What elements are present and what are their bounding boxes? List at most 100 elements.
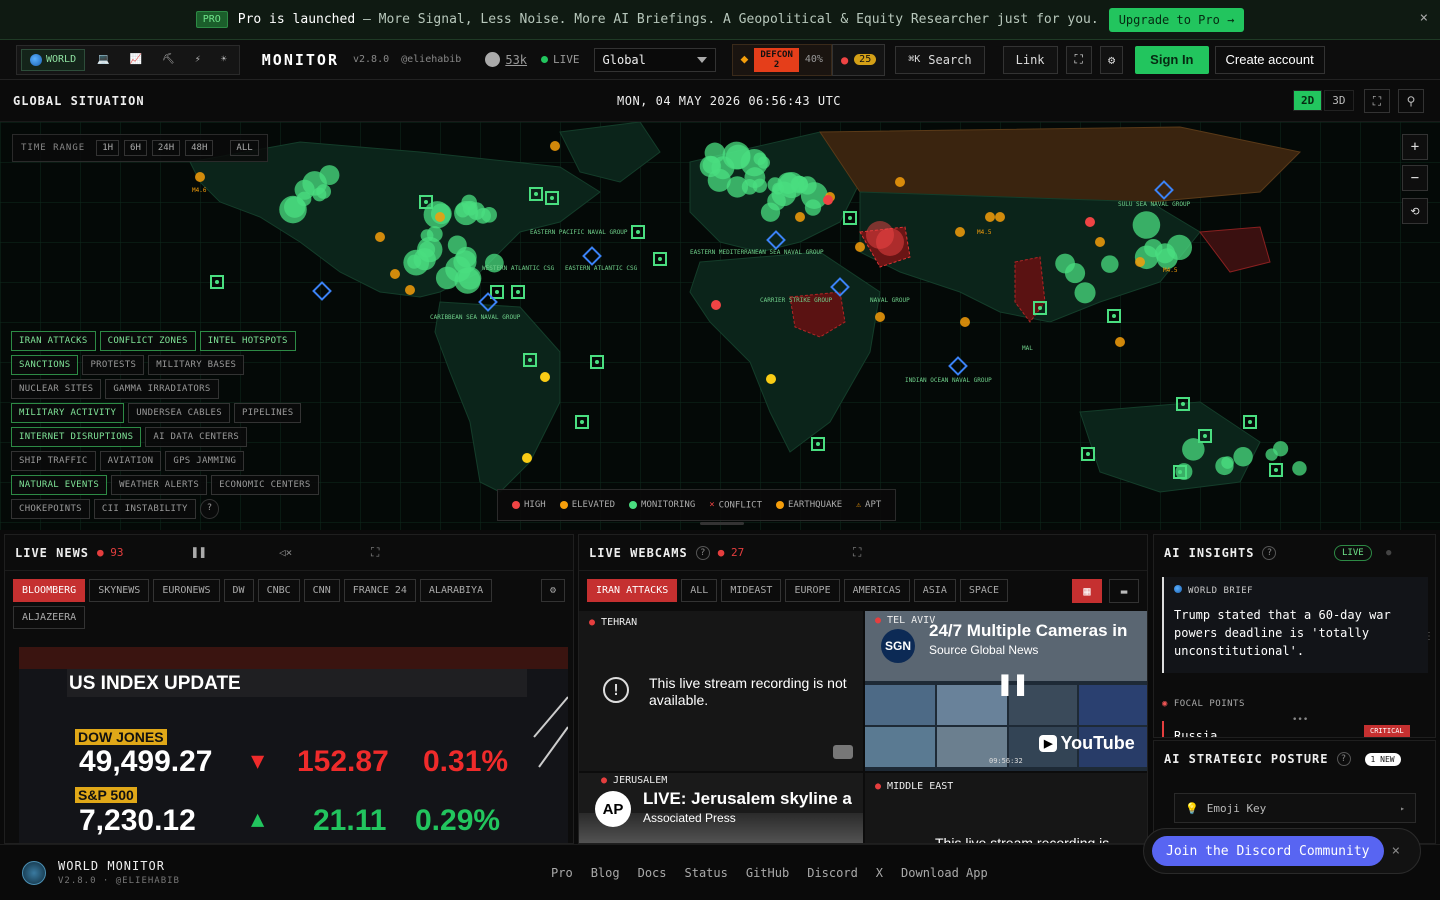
layer-toggle-natural-events[interactable]: NATURAL EVENTS	[11, 475, 108, 495]
layer-toggle-ai-data-centers[interactable]: AI DATA CENTERS	[145, 427, 248, 447]
layer-toggle-internet-disruptions[interactable]: INTERNET DISRUPTIONS	[11, 427, 142, 447]
elevated-event[interactable]	[375, 232, 385, 242]
monitoring-hotspot[interactable]	[1074, 282, 1096, 304]
mode-3d-button[interactable]: 3D	[1324, 90, 1354, 111]
footer-link-pro[interactable]: Pro	[551, 866, 573, 880]
alerts-button[interactable]: ● 25	[831, 43, 886, 76]
news-tab-cnn[interactable]: CNN	[303, 579, 340, 602]
news-tab-skynews[interactable]: SKYNEWS	[89, 579, 150, 602]
footer-link-github[interactable]: GitHub	[746, 866, 789, 880]
variant-tab-finance[interactable]: 📈	[122, 49, 150, 71]
cyber-marker-dot[interactable]	[1112, 314, 1116, 318]
map-pin-button[interactable]: ⚲	[1398, 89, 1424, 113]
cyber-marker-dot[interactable]	[550, 196, 554, 200]
cyber-marker-dot[interactable]	[1181, 402, 1185, 406]
time-range-48h[interactable]: 48H	[185, 140, 214, 156]
region-select[interactable]: Global	[593, 47, 716, 72]
webcam-middle-east[interactable]: ● MIDDLE EAST This live stream recording…	[865, 773, 1147, 843]
layer-toggle-ship-traffic[interactable]: SHIP TRAFFIC	[11, 451, 96, 471]
layer-toggle-gamma-irradiators[interactable]: GAMMA IRRADIATORS	[105, 379, 219, 399]
drag-handle-icon[interactable]: ⋮	[1424, 631, 1434, 642]
world-map[interactable]: EASTERN PACIFIC NAVAL GROUP WESTERN ATLAN…	[0, 122, 1440, 530]
high-event[interactable]	[823, 195, 833, 205]
layer-toggle-intel-hotspots[interactable]: INTEL HOTSPOTS	[199, 331, 296, 351]
monitoring-hotspot[interactable]	[760, 202, 781, 222]
monitoring-hotspot[interactable]	[403, 249, 430, 276]
monitoring-hotspot[interactable]	[1292, 461, 1307, 476]
footer-link-download-app[interactable]: Download App	[901, 866, 988, 880]
layer-toggle-undersea-cables[interactable]: UNDERSEA CABLES	[128, 403, 230, 423]
elevated-event[interactable]	[435, 212, 445, 222]
elevated-event[interactable]	[1095, 237, 1105, 247]
sign-in-button[interactable]: Sign In	[1135, 45, 1209, 74]
news-tab-france-24[interactable]: FRANCE 24	[343, 579, 416, 602]
zoom-in-button[interactable]: +	[1402, 134, 1428, 160]
layer-toggle-gps-jamming[interactable]: GPS JAMMING	[165, 451, 245, 471]
monitoring-hotspot[interactable]	[1233, 447, 1253, 467]
fullscreen-button[interactable]: ⛶	[1065, 45, 1092, 74]
monitoring-hotspot[interactable]	[1215, 456, 1234, 476]
cyber-marker-dot[interactable]	[215, 280, 219, 284]
high-cluster[interactable]	[866, 221, 894, 249]
news-tab-euronews[interactable]: EURONEWS	[153, 579, 220, 602]
high-event[interactable]	[1085, 217, 1095, 227]
cyber-marker-dot[interactable]	[1274, 468, 1278, 472]
webcam-filter-americas[interactable]: AMERICAS	[843, 579, 910, 602]
layer-toggle-economic-centers[interactable]: ECONOMIC CENTERS	[211, 475, 319, 495]
webcam-filter-mideast[interactable]: MIDEAST	[721, 579, 782, 602]
cyber-marker-dot[interactable]	[595, 360, 599, 364]
gear-icon[interactable]: ⚙	[540, 579, 565, 602]
create-account-button[interactable]: Create account	[1214, 45, 1325, 74]
layer-toggle-weather-alerts[interactable]: WEATHER ALERTS	[111, 475, 208, 495]
news-tab-dw[interactable]: DW	[223, 579, 254, 602]
layer-toggle-military-activity[interactable]: MILITARY ACTIVITY	[11, 403, 125, 423]
news-tab-bloomberg[interactable]: BLOOMBERG	[13, 579, 86, 602]
layer-toggle-cii-instability[interactable]: CII INSTABILITY	[93, 499, 196, 519]
expand-icon[interactable]: ⛶	[853, 545, 861, 560]
monitoring-hotspot[interactable]	[319, 165, 340, 186]
pause-icon[interactable]: ❚❚	[191, 545, 207, 560]
help-icon[interactable]: ?	[1336, 752, 1351, 766]
monitoring-hotspot[interactable]	[1265, 448, 1278, 461]
upgrade-pro-button[interactable]: Upgrade to Pro →	[1108, 7, 1245, 32]
footer-link-status[interactable]: Status	[685, 866, 728, 880]
webcam-filter-iran-attacks[interactable]: IRAN ATTACKS	[587, 579, 678, 602]
cyber-marker-dot[interactable]	[1178, 470, 1182, 474]
layer-toggle-chokepoints[interactable]: CHOKEPOINTS	[11, 499, 90, 519]
monitoring-hotspot[interactable]	[804, 199, 822, 216]
cyber-marker-dot[interactable]	[534, 192, 538, 196]
footer-link-docs[interactable]: Docs	[638, 866, 667, 880]
webcam-jerusalem[interactable]: ● JERUSALEM AP LIVE: Jerusalem skyline a…	[579, 773, 863, 843]
monitoring-hotspot[interactable]	[704, 142, 726, 164]
map-fullscreen-button[interactable]: ⛶	[1364, 89, 1390, 113]
elevated-event[interactable]	[1135, 257, 1145, 267]
monitoring-hotspot[interactable]	[1064, 263, 1086, 284]
close-icon[interactable]: ×	[1392, 843, 1400, 859]
cyber-marker-dot[interactable]	[1038, 306, 1042, 310]
elevated-event[interactable]	[875, 312, 885, 322]
layer-toggle-military-bases[interactable]: MILITARY BASES	[148, 355, 245, 375]
elevated-event[interactable]	[960, 317, 970, 327]
variant-tab-happy[interactable]: ☀	[213, 49, 235, 71]
time-range-all[interactable]: ALL	[230, 140, 259, 156]
monitoring-hotspot[interactable]	[725, 144, 751, 170]
layer-toggle-sanctions[interactable]: SANCTIONS	[11, 355, 79, 375]
link-button[interactable]: Link	[1002, 45, 1058, 74]
webcam-filter-asia[interactable]: ASIA	[913, 579, 956, 602]
variant-tab-tech[interactable]: 💻	[89, 49, 117, 71]
footer-link-discord[interactable]: Discord	[807, 866, 858, 880]
zoom-out-button[interactable]: −	[1402, 165, 1428, 191]
elevated-event[interactable]	[895, 177, 905, 187]
elevated-event[interactable]	[405, 285, 415, 295]
news-video[interactable]: US INDEX UPDATE DOW JONES 49,499.27 ▼ 15…	[19, 647, 568, 843]
cyber-marker-dot[interactable]	[516, 290, 520, 294]
cyber-marker-dot[interactable]	[580, 420, 584, 424]
cyber-marker-dot[interactable]	[1248, 420, 1252, 424]
footer-link-blog[interactable]: Blog	[591, 866, 620, 880]
time-range-6h[interactable]: 6H	[124, 140, 147, 156]
grid-view-button[interactable]: ▦	[1072, 579, 1102, 603]
elevated-event[interactable]	[795, 212, 805, 222]
search-button[interactable]: ⌘K Search	[895, 45, 985, 74]
sun-icon[interactable]	[522, 453, 532, 463]
variant-tab-energy[interactable]: ⚡	[187, 49, 209, 71]
